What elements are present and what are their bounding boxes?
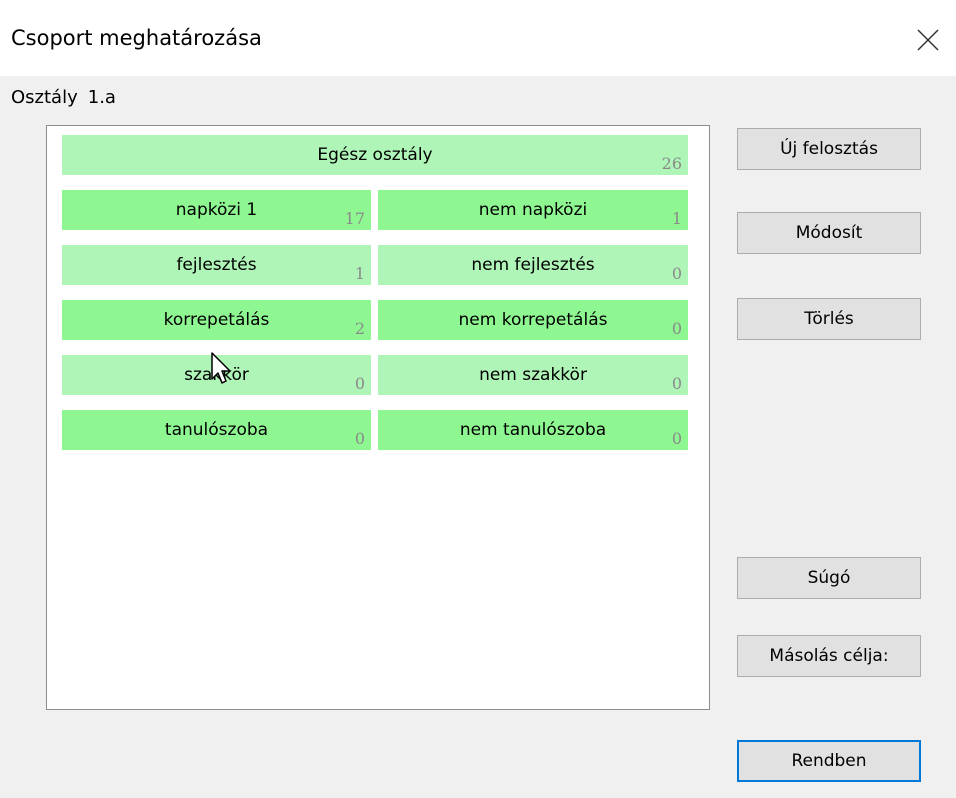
class-value: 1.a xyxy=(87,87,116,108)
mouse-cursor-icon xyxy=(211,352,231,384)
new-split-button[interactable]: Új felosztás xyxy=(737,128,921,170)
title-bar: Csoport meghatározása xyxy=(0,0,956,76)
group-whole-class[interactable]: Egész osztály 26 xyxy=(62,135,688,175)
delete-button[interactable]: Törlés xyxy=(737,298,921,340)
modify-button[interactable]: Módosít xyxy=(737,212,921,254)
group-count: 0 xyxy=(671,374,682,393)
group-left-2[interactable]: korrepetálás 2 xyxy=(62,300,371,340)
class-label: Osztály xyxy=(11,87,78,108)
group-count: 0 xyxy=(671,319,682,338)
help-button[interactable]: Súgó xyxy=(737,557,921,599)
group-count: 17 xyxy=(344,209,365,228)
group-count: 0 xyxy=(354,374,365,393)
group-label: tanulószoba xyxy=(164,420,269,440)
group-right-1[interactable]: nem fejlesztés 0 xyxy=(378,245,688,285)
group-label: nem korrepetálás xyxy=(458,310,608,330)
group-left-4[interactable]: tanulószoba 0 xyxy=(62,410,371,450)
dialog-window: Csoport meghatározása Osztály 1.a Egész o… xyxy=(0,0,956,798)
group-list-panel: Egész osztály 26 napközi 1 17 nem napköz… xyxy=(46,125,710,710)
group-count: 2 xyxy=(354,319,365,338)
ok-button[interactable]: Rendben xyxy=(737,740,921,782)
group-right-2[interactable]: nem korrepetálás 0 xyxy=(378,300,688,340)
close-icon xyxy=(917,29,939,51)
copy-target-button[interactable]: Másolás célja: xyxy=(737,635,921,677)
group-left-1[interactable]: fejlesztés 1 xyxy=(62,245,371,285)
group-label: nem fejlesztés xyxy=(471,255,595,275)
group-count: 0 xyxy=(354,429,365,448)
group-label: korrepetálás xyxy=(163,310,270,330)
group-right-0[interactable]: nem napközi 1 xyxy=(378,190,688,230)
group-right-3[interactable]: nem szakkör 0 xyxy=(378,355,688,395)
group-right-4[interactable]: nem tanulószoba 0 xyxy=(378,410,688,450)
group-count: 1 xyxy=(354,264,365,283)
group-label: nem tanulószoba xyxy=(459,420,607,440)
close-button[interactable] xyxy=(908,20,948,60)
group-count: 26 xyxy=(661,154,682,173)
group-label: fejlesztés xyxy=(176,255,257,275)
group-label: nem szakkör xyxy=(479,365,587,385)
group-count: 0 xyxy=(671,264,682,283)
group-left-0[interactable]: napközi 1 17 xyxy=(62,190,371,230)
class-field: Osztály 1.a xyxy=(11,87,116,108)
group-count: 0 xyxy=(671,429,682,448)
window-title: Csoport meghatározása xyxy=(11,26,262,50)
group-label: napközi 1 xyxy=(175,200,258,220)
group-label: Egész osztály xyxy=(317,145,433,165)
group-label: nem napközi xyxy=(478,200,588,220)
group-count: 1 xyxy=(671,209,682,228)
